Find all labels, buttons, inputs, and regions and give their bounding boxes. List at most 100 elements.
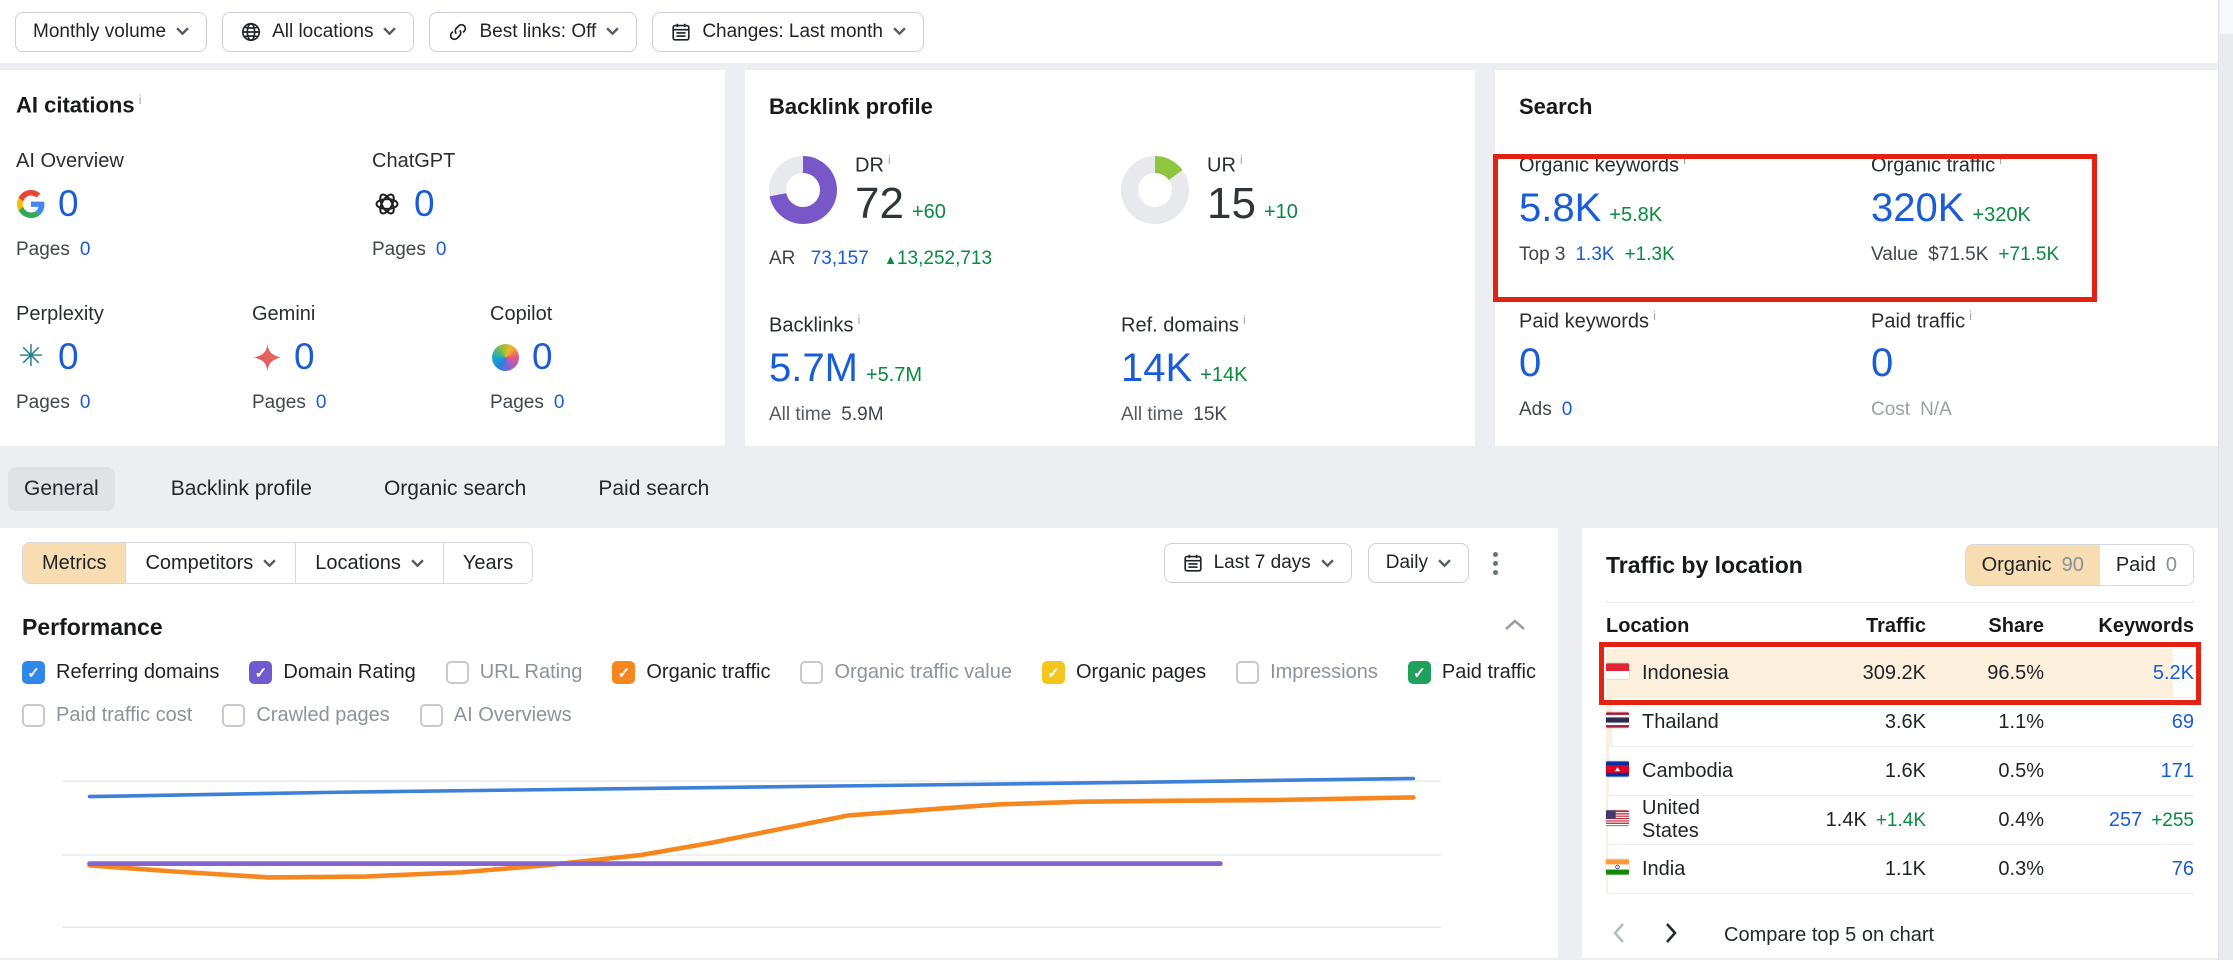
traffic-value: 1.6K bbox=[1885, 760, 1926, 782]
best-links-dropdown[interactable]: Best links: Off bbox=[429, 12, 637, 52]
filters-toolbar: Monthly volume All locations Best links:… bbox=[0, 0, 2233, 63]
info-icon[interactable]: i bbox=[1683, 152, 1686, 167]
info-icon[interactable]: i bbox=[1653, 308, 1656, 323]
ur-delta: +10 bbox=[1264, 201, 1298, 224]
top3-value-link[interactable]: 1.3K bbox=[1575, 244, 1614, 265]
pages-count-link[interactable]: 0 bbox=[316, 392, 327, 413]
column-traffic[interactable]: Traffic bbox=[1756, 615, 1926, 638]
chevron-down-icon bbox=[383, 27, 396, 36]
location-name: Cambodia bbox=[1642, 760, 1733, 783]
metric-checkbox-organic-traffic-value[interactable]: Organic traffic value bbox=[800, 661, 1012, 684]
scrollbar[interactable] bbox=[2218, 0, 2233, 960]
metric-checkbox-crawled-pages[interactable]: Crawled pages bbox=[222, 704, 389, 727]
info-icon[interactable]: i bbox=[888, 152, 891, 167]
traffic-value: 1.4K bbox=[1826, 809, 1867, 831]
tab-organic-search[interactable]: Organic search bbox=[368, 467, 542, 511]
ref-domains-value[interactable]: 14K bbox=[1121, 346, 1192, 390]
pages-count-link[interactable]: 0 bbox=[554, 392, 565, 413]
metric-checkbox-organic-traffic[interactable]: ✓Organic traffic bbox=[612, 661, 770, 684]
table-row-indonesia[interactable]: Indonesia309.2K96.5%5.2K bbox=[1606, 649, 2194, 698]
locations-dropdown[interactable]: All locations bbox=[222, 12, 414, 52]
top3-delta: +1.3K bbox=[1625, 244, 1675, 265]
metric-checkbox-ai-overviews[interactable]: AI Overviews bbox=[420, 704, 572, 727]
toggle-organic[interactable]: Organic 90 bbox=[1966, 545, 2100, 585]
changes-period-dropdown[interactable]: Changes: Last month bbox=[652, 12, 924, 52]
tab-general[interactable]: General bbox=[8, 467, 115, 511]
info-icon[interactable]: i bbox=[1240, 152, 1243, 167]
location-name: Indonesia bbox=[1642, 662, 1729, 685]
monthly-volume-label: Monthly volume bbox=[33, 21, 166, 43]
keywords-delta: +255 bbox=[2151, 810, 2194, 831]
info-icon[interactable]: i bbox=[1999, 152, 2002, 167]
info-icon[interactable]: i bbox=[1243, 312, 1246, 327]
info-icon[interactable]: i bbox=[1969, 308, 1972, 323]
metric-checkbox-url-rating[interactable]: URL Rating bbox=[446, 661, 583, 684]
more-options-kebab-icon[interactable] bbox=[1485, 544, 1506, 583]
pages-count-link[interactable]: 0 bbox=[80, 392, 91, 413]
perplexity-icon: ✳ bbox=[16, 342, 46, 372]
paid-keywords-metric: Paid keywordsi 0 Ads0 bbox=[1519, 308, 1871, 422]
organic-traffic-value[interactable]: 320K bbox=[1871, 186, 1964, 230]
segment-competitors[interactable]: Competitors bbox=[125, 543, 295, 583]
keywords-count-link[interactable]: 257 bbox=[2109, 809, 2142, 831]
tab-backlink-profile[interactable]: Backlink profile bbox=[155, 467, 328, 511]
perplexity-metric: Perplexity ✳ 0 Pages0 bbox=[16, 303, 252, 414]
compare-top5-link[interactable]: Compare top 5 on chart bbox=[1724, 924, 1934, 947]
info-icon[interactable]: i bbox=[139, 92, 142, 107]
performance-line-chart[interactable] bbox=[62, 757, 1441, 929]
traffic-cell: 3.6K bbox=[1756, 711, 1926, 734]
table-row-united-states[interactable]: United States1.4K+1.4K0.4%257+255 bbox=[1606, 796, 2194, 845]
checkbox-label: Paid traffic bbox=[1442, 661, 1536, 684]
collapse-section-button[interactable] bbox=[1494, 614, 1536, 641]
dr-delta: +60 bbox=[912, 201, 946, 224]
calendar-icon bbox=[1182, 552, 1204, 574]
traffic-value: 3.6K bbox=[1885, 711, 1926, 733]
segment-metrics[interactable]: Metrics bbox=[23, 543, 125, 583]
ai-overview-value: 0 bbox=[58, 183, 79, 225]
checkbox-label: Impressions bbox=[1270, 661, 1378, 684]
keywords-cell: 76 bbox=[2044, 858, 2194, 881]
keywords-count-link[interactable]: 171 bbox=[2161, 760, 2194, 782]
keywords-count-link[interactable]: 5.2K bbox=[2153, 662, 2194, 684]
metric-checkbox-paid-traffic-cost[interactable]: Paid traffic cost bbox=[22, 704, 192, 727]
ads-label: Ads bbox=[1519, 399, 1552, 420]
ar-value-link[interactable]: 73,157 bbox=[811, 248, 869, 269]
monthly-volume-dropdown[interactable]: Monthly volume bbox=[15, 12, 207, 52]
prev-page-icon[interactable] bbox=[1606, 916, 1632, 955]
metric-checkbox-paid-traffic[interactable]: ✓Paid traffic bbox=[1408, 661, 1536, 684]
checkbox-unchecked-icon bbox=[22, 704, 45, 727]
pages-count-link[interactable]: 0 bbox=[436, 239, 447, 260]
next-page-icon[interactable] bbox=[1658, 916, 1684, 955]
pages-count-link[interactable]: 0 bbox=[80, 239, 91, 260]
locations-label: All locations bbox=[272, 21, 373, 43]
organic-keywords-value[interactable]: 5.8K bbox=[1519, 186, 1601, 230]
paid-keywords-label: Paid keywordsi bbox=[1519, 308, 1871, 334]
tab-paid-search[interactable]: Paid search bbox=[582, 467, 725, 511]
ref-domains-metric: Ref. domainsi 14K+14K All time15K bbox=[1121, 312, 1247, 426]
toggle-paid[interactable]: Paid 0 bbox=[2100, 545, 2193, 585]
segment-locations[interactable]: Locations bbox=[295, 543, 443, 583]
column-keywords[interactable]: Keywords bbox=[2044, 615, 2194, 638]
metric-checkbox-referring-domains[interactable]: ✓Referring domains bbox=[22, 661, 219, 684]
paid-traffic-metric: Paid traffici 0 CostN/A bbox=[1871, 308, 1972, 422]
ads-count-link[interactable]: 0 bbox=[1562, 399, 1573, 420]
top3-label: Top 3 bbox=[1519, 244, 1565, 265]
metric-checkbox-impressions[interactable]: Impressions bbox=[1236, 661, 1378, 684]
table-row-india[interactable]: India1.1K0.3%76 bbox=[1606, 845, 2194, 894]
table-row-cambodia[interactable]: Cambodia1.6K0.5%171 bbox=[1606, 747, 2194, 796]
keywords-count-link[interactable]: 76 bbox=[2172, 858, 2194, 880]
keywords-count-link[interactable]: 69 bbox=[2172, 711, 2194, 733]
section-tabs: General Backlink profile Organic search … bbox=[8, 466, 2233, 512]
metric-checkbox-domain-rating[interactable]: ✓Domain Rating bbox=[249, 661, 415, 684]
ur-donut-gauge bbox=[1121, 156, 1189, 224]
date-range-dropdown[interactable]: Last 7 days bbox=[1164, 543, 1352, 583]
segment-years[interactable]: Years bbox=[443, 543, 532, 583]
metric-checkbox-organic-pages[interactable]: ✓Organic pages bbox=[1042, 661, 1206, 684]
scrollbar-thumb[interactable] bbox=[2220, 0, 2233, 34]
info-icon[interactable]: i bbox=[857, 312, 860, 327]
backlinks-value[interactable]: 5.7M bbox=[769, 346, 858, 390]
pages-label: Pages bbox=[16, 239, 70, 260]
table-row-thailand[interactable]: Thailand3.6K1.1%69 bbox=[1606, 698, 2194, 747]
granularity-dropdown[interactable]: Daily bbox=[1368, 543, 1469, 583]
column-share[interactable]: Share bbox=[1926, 615, 2044, 638]
